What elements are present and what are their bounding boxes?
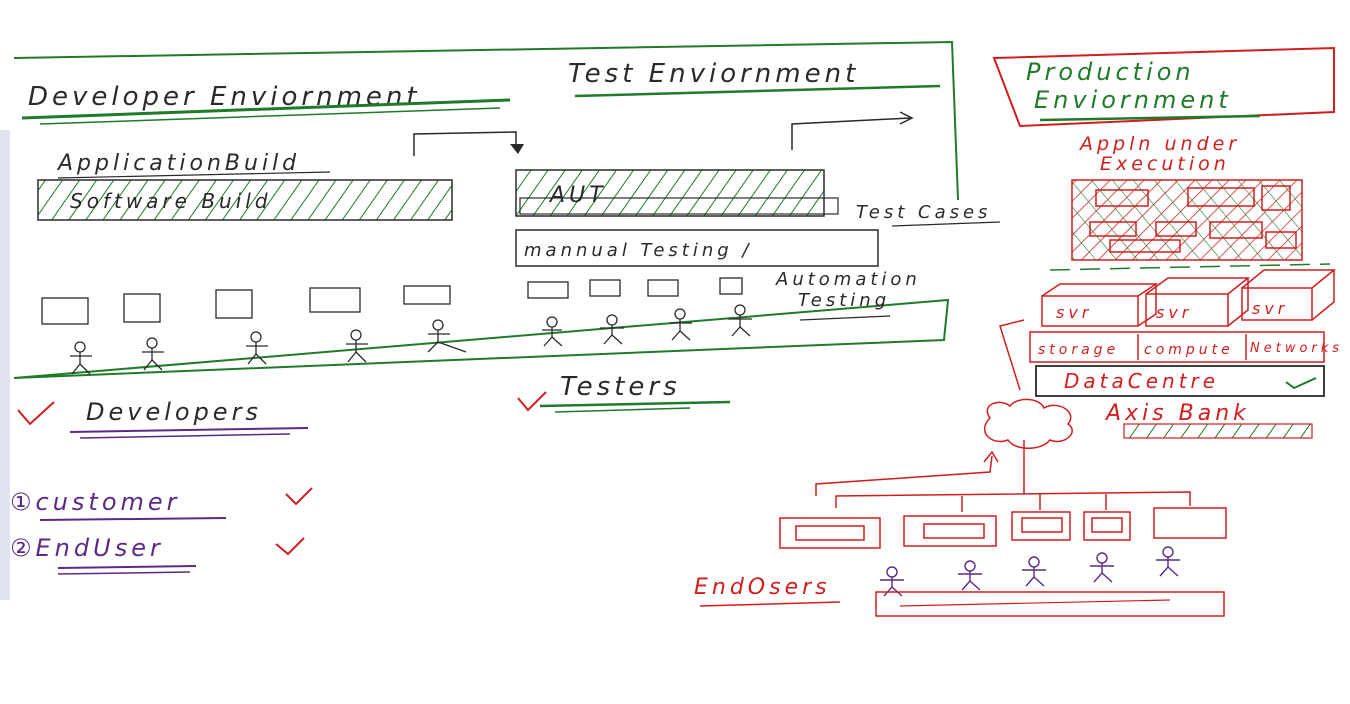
dev-person-5 — [427, 319, 467, 353]
tester-workstations — [527, 277, 752, 347]
internet-cloud — [983, 398, 1073, 449]
enduser-people — [880, 546, 1180, 597]
tester-person-3 — [670, 308, 692, 341]
customer-checkmark — [285, 487, 313, 506]
enduser-monitors — [779, 507, 1227, 549]
enduser-monitor-1 — [779, 517, 881, 549]
dev-person-1 — [70, 341, 92, 375]
dev-monitor-3 — [215, 289, 253, 319]
endusers-group-bar — [875, 591, 1225, 617]
storage-label: storage — [1038, 342, 1119, 358]
manual-testing-label: mannual Testing / — [524, 240, 752, 261]
application-build-label: ApplicationBuild — [56, 151, 300, 176]
appln-under-execution-1: Appln under — [1078, 133, 1240, 155]
dev-person-4 — [346, 329, 368, 363]
application-modules-block — [1071, 179, 1303, 261]
developer-env-title: Developer Enviornment — [28, 82, 421, 112]
axis-bank-label: Axis Bank — [1104, 401, 1250, 426]
dev-monitor-4 — [309, 287, 361, 313]
aut-label: AUT — [548, 183, 607, 208]
tester-monitor-4 — [719, 277, 743, 295]
tester-monitor-1 — [527, 281, 569, 299]
automation-testing-label-2: Testing — [798, 290, 890, 311]
customer-item: ①customer — [10, 488, 181, 516]
dev-monitor-5 — [403, 285, 451, 305]
enduser-monitor-4 — [1083, 511, 1131, 541]
automation-testing-underline — [799, 315, 891, 321]
server-1-label: svr — [1056, 303, 1092, 322]
developers-label: Developers — [86, 398, 262, 426]
testers-underline-1 — [539, 400, 731, 408]
enduser-network-tree — [815, 440, 1191, 512]
testers-underline-2 — [554, 407, 691, 413]
enduser-checkmark — [275, 537, 305, 556]
production-title-1: Production — [1026, 58, 1195, 86]
build-to-aut-arrow — [413, 131, 517, 156]
endusers-label: EndOsers — [694, 575, 831, 600]
enduser-monitor-5 — [1153, 507, 1227, 539]
appln-under-execution-2: Execution — [1100, 153, 1230, 175]
enduser-person-4 — [1090, 552, 1114, 583]
test-to-production-arrow — [791, 117, 911, 150]
build-to-aut-arrowhead — [510, 144, 524, 154]
enduser-monitor-2 — [903, 515, 997, 547]
developers-underline-1 — [69, 427, 309, 433]
app-block-base-1 — [1049, 263, 1331, 271]
datacentre-label: DataCentre — [1064, 369, 1219, 393]
tester-monitor-2 — [589, 279, 621, 297]
tester-monitor-3 — [647, 279, 679, 297]
developers-underline-2 — [79, 433, 291, 439]
server-3-label: svr — [1252, 299, 1288, 318]
axis-bank-underline — [1123, 423, 1313, 439]
enduser-person-3 — [1022, 556, 1046, 587]
whiteboard-canvas: Developer Enviornment Test Enviornment A… — [0, 40, 1343, 617]
testers-label: Testers — [560, 372, 681, 402]
enduser-item: ②EndUser — [10, 534, 164, 562]
left-edge-strip — [0, 130, 10, 600]
tester-person-4 — [728, 304, 752, 337]
enduser-underline-1 — [57, 565, 197, 569]
enduser-person-2 — [958, 560, 982, 591]
testers-checkmark — [517, 391, 547, 412]
production-title-2: Enviornment — [1034, 86, 1232, 114]
software-build-label: Software Build — [70, 189, 272, 213]
enduser-person-5 — [1156, 546, 1180, 577]
endusers-group-underline — [899, 599, 1171, 607]
dev-monitor-1 — [41, 297, 89, 325]
enduser-underline-2 — [57, 571, 191, 575]
developer-workstations — [41, 285, 467, 375]
automation-testing-label-1: Automation — [775, 269, 921, 290]
endusers-underline — [699, 601, 841, 607]
network-label: Networks — [1250, 341, 1343, 356]
test-env-title: Test Enviornment — [568, 59, 859, 89]
developers-checkmark — [17, 401, 55, 426]
customer-underline — [39, 517, 227, 521]
test-cases-label: Test Cases — [856, 202, 991, 223]
dev-monitor-2 — [123, 293, 161, 323]
compute-label: compute — [1144, 342, 1234, 358]
server-2-label: svr — [1156, 303, 1192, 322]
datacentre-uplink-arrow — [999, 319, 1025, 391]
datacentre-checkmark — [1285, 377, 1317, 390]
